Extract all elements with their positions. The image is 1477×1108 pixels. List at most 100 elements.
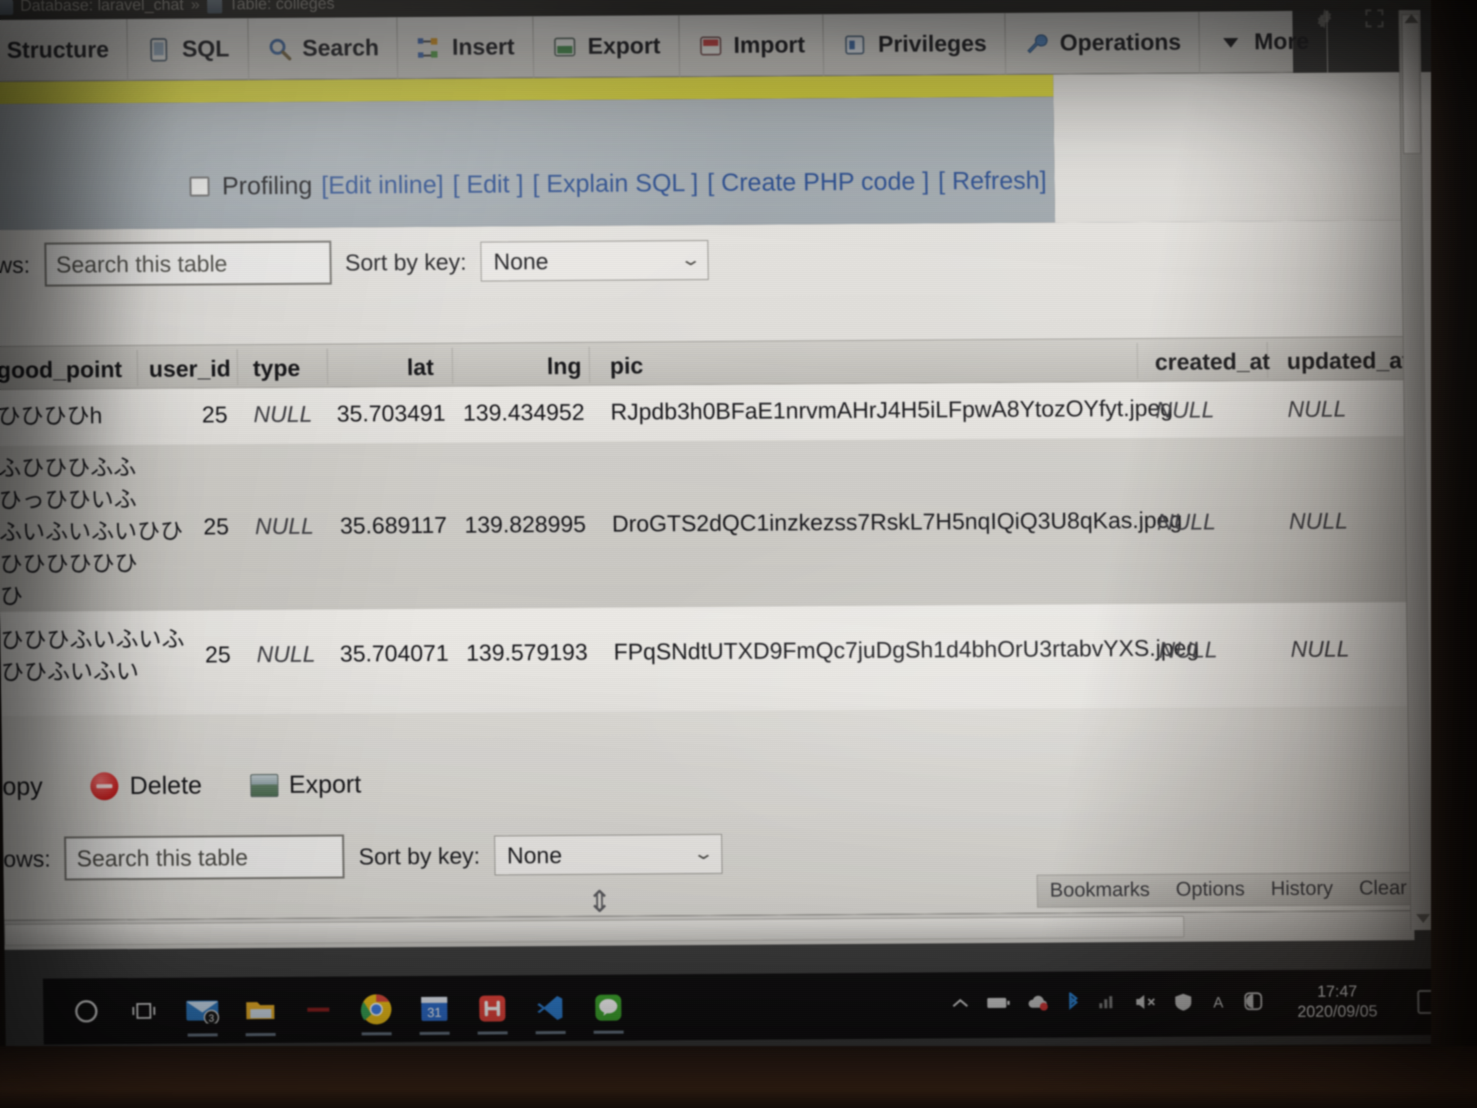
operations-icon [1027,33,1048,53]
fullscreen-icon[interactable] [1362,6,1386,30]
tab-more[interactable]: More [1199,10,1329,74]
column-header-created-at[interactable]: created_at [1155,348,1270,376]
vertical-scrollbar-thumb[interactable] [1401,14,1422,155]
cell-pic: RJpdb3h0BFaE1nrvmAHrJ4H5iLFpwA8YtozOYfyt… [610,394,1174,425]
delete-icon [90,772,119,801]
tab-label: Import [733,31,806,58]
table-row[interactable]: ひひひひh 25 NULL 35.703491 139.434952 RJpdb… [0,380,1418,446]
tab-label: Privileges [877,30,987,57]
search-input[interactable]: Search this table [43,240,332,287]
volume-muted-icon[interactable] [1134,993,1156,1014]
tab-import[interactable]: Import [679,13,825,77]
vscode-icon[interactable] [523,980,578,1036]
create-php-code-link[interactable]: [ Create PHP code ] [707,167,929,198]
clock-date: 2020/09/05 [1297,1003,1378,1021]
row-action-label: Export [288,769,362,799]
filter-rows-label: ows: [3,845,51,872]
profiling-checkbox[interactable] [189,176,211,197]
tab-export[interactable]: Export [533,14,680,78]
edit-inline-link[interactable]: [Edit inline] [321,170,444,200]
bluetooth-icon[interactable] [1066,990,1080,1017]
column-header-pic[interactable]: pic [610,352,644,379]
cortana-circle-icon[interactable] [59,983,114,1039]
cell-pic: FPqSNdtUTXD9FmQc7juDgSh1d4bhOrU3rtabvYXS… [613,634,1200,665]
options-link[interactable]: Options [1176,878,1245,901]
cell-pic: DroGTS2dQC1inzkezss7RskL7H5nqIQiQ3U8qKas… [611,506,1183,537]
column-header-user-id[interactable]: user_id [149,355,231,383]
table-row[interactable]: ひひひふいふいふ ひひふいふい 25 NULL 35.704071 139.57… [0,602,1422,716]
breadcrumb-table[interactable]: Table: colleges [229,0,335,14]
tab-search[interactable]: Search [247,16,399,80]
cell-user-id: 25 [203,513,230,540]
chevron-down-icon [1223,37,1239,48]
cell-type: NULL [254,512,314,540]
line-icon[interactable] [581,980,636,1036]
xampp-icon[interactable] [465,980,520,1036]
accessibility-icon[interactable] [1243,991,1263,1016]
export-button[interactable]: Export [249,769,362,800]
battery-icon[interactable] [986,995,1010,1014]
explain-sql-link[interactable]: [ Explain SQL ] [532,169,698,199]
windows-taskbar: 3 31 A 17:47 2020/09/05 [42,968,1458,1045]
tab-structure[interactable]: Structure [0,18,129,82]
sort-by-key-label: Sort by key: [358,842,481,869]
history-link[interactable]: History [1271,878,1334,901]
sort-by-key-select[interactable]: None ⌄ [480,240,709,282]
chevron-down-icon: ⌄ [692,843,716,864]
search-input[interactable]: Search this table [64,834,345,881]
show-hidden-icons-icon[interactable] [951,996,969,1015]
security-icon[interactable] [1173,992,1193,1015]
insert-icon [418,37,438,58]
delete-button[interactable]: Delete [90,771,203,801]
mail-icon[interactable]: 3 [175,982,230,1038]
column-header-type[interactable]: type [253,355,301,382]
sort-by-key-value: None [506,841,563,868]
filter-controls-top: ws: Search this table Sort by key: None … [0,232,756,293]
console-link-bar: Bookmarks Options History Clear [1036,872,1421,908]
network-icon[interactable] [1097,994,1117,1015]
cell-lng: 139.828995 [464,510,587,538]
cell-good-point: ひひひひh [0,402,103,429]
task-view-icon[interactable] [117,983,172,1039]
taskbar-clock[interactable]: 17:47 2020/09/05 [1286,982,1389,1023]
calendar-icon[interactable]: 31 [407,981,462,1037]
cell-updated-at: NULL [1290,635,1350,662]
tab-label: Structure [6,36,110,63]
tab-privileges[interactable]: Privileges [823,12,1007,76]
onedrive-icon[interactable] [1027,994,1049,1015]
column-header-lng[interactable]: lng [547,353,582,380]
file-explorer-icon[interactable] [233,982,288,1038]
tab-operations[interactable]: Operations [1005,11,1201,75]
import-icon [699,35,722,56]
search-input-placeholder: Search this table [76,843,249,871]
scroll-up-icon[interactable] [1404,14,1419,24]
monitor-photo: Database: laravel_chat » Table: colleges [0,0,1477,1108]
scroll-down-icon[interactable] [1416,913,1431,924]
cell-lng: 139.579193 [465,638,588,666]
table-row[interactable]: ふひひひふふ ひっひひいふ ふいふいふいひひ ひひひひひひ ひ 25 NULL … [0,436,1421,612]
copy-button[interactable]: opy [2,772,43,801]
mail-badge-count: 3 [209,1013,215,1023]
breadcrumb-database[interactable]: Database: laravel_chat [20,0,184,16]
clear-link[interactable]: Clear [1359,877,1407,900]
tab-label: More [1253,27,1310,55]
cell-user-id: 25 [201,401,228,428]
column-header-lat[interactable]: lat [407,354,434,381]
horizontal-scrollbar-thumb[interactable] [4,915,1185,946]
column-header-good-point[interactable]: good_point [0,356,122,384]
sort-by-key-value: None [493,247,549,274]
edit-link[interactable]: [ Edit ] [452,170,523,199]
ime-icon[interactable]: A [1210,992,1226,1015]
privileges-icon [845,34,865,54]
cell-good-point: ひひひふいふいふ ひひふいふい [0,625,185,685]
tab-label: Insert [451,33,515,60]
chrome-icon[interactable] [349,981,404,1037]
tab-sql[interactable]: SQL [127,17,249,81]
red-app-icon[interactable] [291,982,346,1038]
refresh-link[interactable]: [ Refresh] [938,166,1047,196]
column-header-updated-at[interactable]: updated_at [1287,347,1410,375]
chevron-down-icon: ⌄ [679,250,702,270]
sort-by-key-select[interactable]: None ⌄ [493,833,723,876]
tab-insert[interactable]: Insert [397,15,535,79]
bookmarks-link[interactable]: Bookmarks [1050,879,1150,903]
